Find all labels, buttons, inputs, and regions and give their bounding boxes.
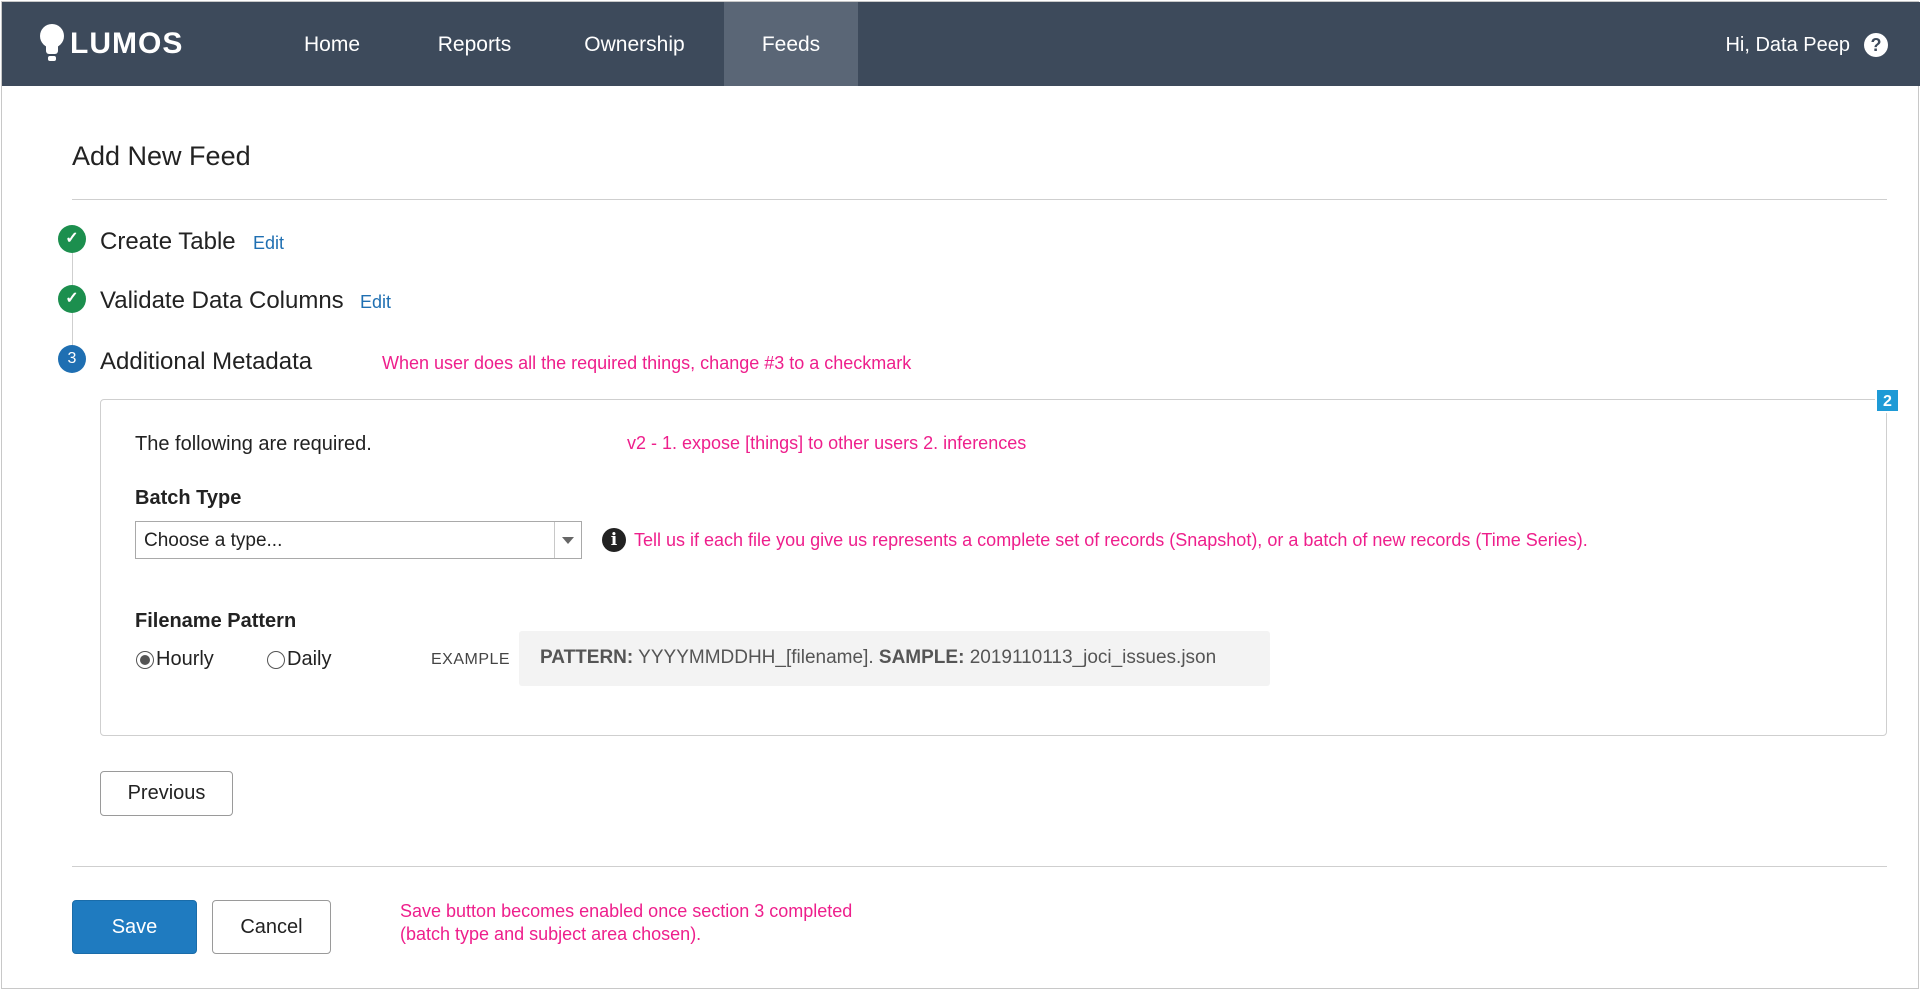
cancel-button[interactable]: Cancel [212, 900, 331, 954]
footer-divider [72, 866, 1887, 867]
user-greeting[interactable]: Hi, Data Peep [1725, 2, 1850, 86]
previous-button[interactable]: Previous [100, 771, 233, 816]
radio-button-checked[interactable] [136, 650, 154, 669]
filename-pattern-label: Filename Pattern [135, 610, 297, 632]
nav-item-reports[interactable]: Reports [407, 2, 542, 86]
radio-hourly-label: Hourly [156, 648, 214, 670]
top-nav: LUMOS Home Reports Ownership Feeds Hi, D… [2, 2, 1920, 86]
batch-type-value: Choose a type... [144, 530, 283, 551]
checkmark-icon: ✓ [58, 225, 86, 253]
pattern-value: YYYYMMDDHH_[filename]. [638, 647, 874, 668]
page-title: Add New Feed [72, 141, 251, 171]
radio-daily[interactable]: Daily [267, 648, 331, 671]
app-frame: LUMOS Home Reports Ownership Feeds Hi, D… [1, 1, 1920, 989]
annotation-step3: When user does all the required things, … [382, 353, 912, 373]
example-text: PATTERN: YYYYMMDDHH_[filename]. SAMPLE: … [540, 647, 1216, 669]
sample-key: SAMPLE: [878, 647, 965, 668]
batch-type-label: Batch Type [135, 487, 242, 509]
annotation-badge: 2 [1875, 388, 1900, 413]
title-divider [72, 199, 1887, 200]
brand-name: LUMOS [70, 27, 184, 60]
nav-item-ownership[interactable]: Ownership [557, 2, 712, 86]
example-box: PATTERN: YYYYMMDDHH_[filename]. SAMPLE: … [519, 631, 1270, 686]
radio-hourly[interactable]: Hourly [136, 648, 214, 671]
step-additional-metadata: Additional Metadata [100, 348, 313, 375]
example-label: EXAMPLE [431, 651, 511, 668]
radio-daily-label: Daily [287, 648, 332, 670]
radio-button-unchecked[interactable] [267, 650, 285, 669]
sample-value: 2019110113_joci_issues.json [969, 647, 1217, 668]
nav-item-feeds[interactable]: Feeds [724, 2, 858, 86]
chevron-down-icon [554, 522, 581, 558]
annotation-save-line2: (batch type and subject area chosen). [400, 924, 702, 944]
annotation-save-line1: Save button becomes enabled once section… [400, 901, 853, 921]
edit-create-table-link[interactable]: Edit [253, 233, 284, 254]
annotation-batch-info: Tell us if each file you give us represe… [634, 530, 1588, 550]
step-number-icon: 3 [58, 345, 86, 373]
checkmark-icon: ✓ [58, 285, 86, 313]
step-create-table: Create Table [100, 228, 236, 255]
batch-type-select[interactable]: Choose a type... [135, 521, 582, 559]
pattern-key: PATTERN: [540, 647, 634, 668]
save-button[interactable]: Save [72, 900, 197, 954]
nav-item-home[interactable]: Home [272, 2, 392, 86]
lightbulb-icon [40, 24, 64, 64]
brand-logo[interactable]: LUMOS [40, 24, 183, 64]
annotation-v2: v2 - 1. expose [things] to other users 2… [627, 433, 1027, 453]
required-text: The following are required. [135, 433, 372, 455]
help-icon[interactable]: ? [1864, 33, 1888, 57]
step-validate-data-columns: Validate Data Columns [100, 287, 344, 314]
info-icon: i [602, 528, 626, 552]
edit-validate-columns-link[interactable]: Edit [360, 292, 391, 313]
